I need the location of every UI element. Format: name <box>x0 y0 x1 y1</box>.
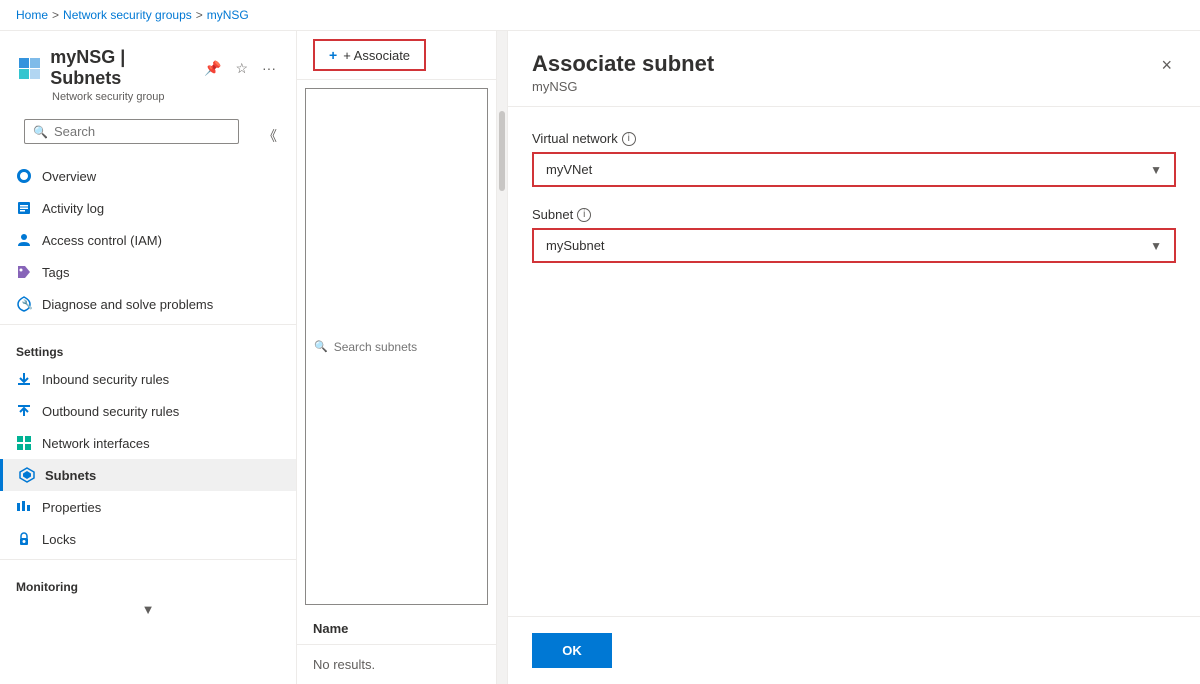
sidebar-item-network-interfaces[interactable]: Network interfaces <box>0 427 296 459</box>
sidebar-nav: Overview Activity log Access control (IA… <box>0 160 296 684</box>
properties-icon <box>16 499 32 515</box>
subnets-icon <box>19 467 35 483</box>
activity-log-label: Activity log <box>42 201 104 216</box>
sidebar-item-properties[interactable]: Properties <box>0 491 296 523</box>
favorite-button[interactable]: ☆ <box>231 56 252 81</box>
search-input[interactable] <box>54 124 230 139</box>
associate-button[interactable]: + + Associate <box>313 39 426 71</box>
breadcrumb-nsg[interactable]: Network security groups <box>63 8 192 22</box>
panel-subtitle: myNSG <box>532 79 714 94</box>
scrollbar-thumb <box>499 111 505 191</box>
content-area: + + Associate 🔍 Name No results. <box>297 31 497 684</box>
overview-icon <box>16 168 32 184</box>
inbound-label: Inbound security rules <box>42 372 169 387</box>
network-interfaces-label: Network interfaces <box>42 436 150 451</box>
ok-button[interactable]: OK <box>532 633 612 668</box>
subnet-label-row: Subnet i <box>532 207 1176 222</box>
virtual-network-value: myVNet <box>546 162 592 177</box>
tags-label: Tags <box>42 265 69 280</box>
breadcrumb-home[interactable]: Home <box>16 8 48 22</box>
breadcrumb-sep2: > <box>196 8 203 22</box>
pin-button[interactable]: 📌 <box>200 56 225 81</box>
virtual-network-chevron-icon: ▼ <box>1150 163 1162 177</box>
breadcrumb-resource[interactable]: myNSG <box>207 8 249 22</box>
sidebar: myNSG | Subnets 📌 ☆ ··· Network security… <box>0 31 297 684</box>
scroll-down-indicator: ▼ <box>0 598 296 621</box>
sidebar-item-access-control[interactable]: Access control (IAM) <box>0 224 296 256</box>
no-results-message: No results. <box>297 645 496 684</box>
sidebar-item-diagnose[interactable]: 🔧 Diagnose and solve problems <box>0 288 296 320</box>
content-search-input[interactable] <box>334 340 479 354</box>
outbound-label: Outbound security rules <box>42 404 179 419</box>
sidebar-title-row: myNSG | Subnets 📌 ☆ ··· <box>16 47 280 89</box>
subnet-info-icon[interactable]: i <box>577 208 591 222</box>
sidebar-search-row: 🔍 《 <box>0 119 296 160</box>
nsg-icon <box>16 54 42 82</box>
sidebar-item-outbound[interactable]: Outbound security rules <box>0 395 296 427</box>
table-header: Name <box>297 613 496 645</box>
outbound-icon <box>16 403 32 419</box>
associate-subnet-panel: Associate subnet myNSG × Virtual network… <box>507 31 1200 684</box>
access-control-label: Access control (IAM) <box>42 233 162 248</box>
sidebar-subtitle: Network security group <box>52 91 280 103</box>
settings-section-label: Settings <box>0 329 296 363</box>
breadcrumb: Home > Network security groups > myNSG <box>0 0 1200 31</box>
virtual-network-field-group: Virtual network i myVNet ▼ <box>532 131 1176 187</box>
overview-label: Overview <box>42 169 96 184</box>
locks-label: Locks <box>42 532 76 547</box>
settings-divider <box>0 324 296 325</box>
network-interfaces-icon <box>16 435 32 451</box>
title-actions: 📌 ☆ ··· <box>200 56 280 81</box>
sidebar-item-overview[interactable]: Overview <box>0 160 296 192</box>
content-search-box[interactable]: 🔍 <box>305 88 488 605</box>
panel-close-button[interactable]: × <box>1157 51 1176 80</box>
diagnose-label: Diagnose and solve problems <box>42 297 213 312</box>
content-search-icon: 🔍 <box>314 340 328 353</box>
sidebar-item-inbound[interactable]: Inbound security rules <box>0 363 296 395</box>
search-icon: 🔍 <box>33 125 48 139</box>
monitoring-section-label: Monitoring <box>0 564 296 598</box>
subnet-chevron-icon: ▼ <box>1150 239 1162 253</box>
sidebar-item-subnets[interactable]: Subnets <box>0 459 296 491</box>
tags-icon <box>16 264 32 280</box>
monitoring-divider <box>0 559 296 560</box>
svg-text:🔧: 🔧 <box>22 299 33 310</box>
subnets-label: Subnets <box>45 468 96 483</box>
properties-label: Properties <box>42 500 101 515</box>
associate-plus-icon: + <box>329 47 337 63</box>
diagnose-icon: 🔧 <box>16 296 32 312</box>
subnet-value: mySubnet <box>546 238 605 253</box>
sidebar-search-box[interactable]: 🔍 <box>24 119 239 144</box>
sidebar-item-activity-log[interactable]: Activity log <box>0 192 296 224</box>
activity-log-icon <box>16 200 32 216</box>
virtual-network-info-icon[interactable]: i <box>622 132 636 146</box>
breadcrumb-sep1: > <box>52 8 59 22</box>
subnet-field-group: Subnet i mySubnet ▼ <box>532 207 1176 263</box>
virtual-network-dropdown[interactable]: myVNet ▼ <box>532 152 1176 187</box>
sidebar-item-tags[interactable]: Tags <box>0 256 296 288</box>
panel-footer: OK <box>508 616 1200 684</box>
name-column-header: Name <box>313 621 348 636</box>
sidebar-item-locks[interactable]: Locks <box>0 523 296 555</box>
panel-title: Associate subnet <box>532 51 714 77</box>
sidebar-header: myNSG | Subnets 📌 ☆ ··· Network security… <box>0 31 296 119</box>
subnet-dropdown[interactable]: mySubnet ▼ <box>532 228 1176 263</box>
panel-body: Virtual network i myVNet ▼ Subnet i mySu… <box>508 107 1200 616</box>
panel-header: Associate subnet myNSG × <box>508 31 1200 107</box>
locks-icon <box>16 531 32 547</box>
iam-icon <box>16 232 32 248</box>
panel-title-section: Associate subnet myNSG <box>532 51 714 94</box>
associate-label: + Associate <box>343 48 410 63</box>
virtual-network-label-row: Virtual network i <box>532 131 1176 146</box>
page-title: myNSG | Subnets <box>50 47 192 89</box>
content-toolbar: + + Associate <box>297 31 496 80</box>
inbound-icon <box>16 371 32 387</box>
more-button[interactable]: ··· <box>258 56 280 80</box>
sidebar-scrollbar[interactable] <box>497 31 507 684</box>
collapse-button[interactable]: 《 <box>255 122 285 150</box>
virtual-network-label: Virtual network <box>532 131 618 146</box>
subnet-label: Subnet <box>532 207 573 222</box>
